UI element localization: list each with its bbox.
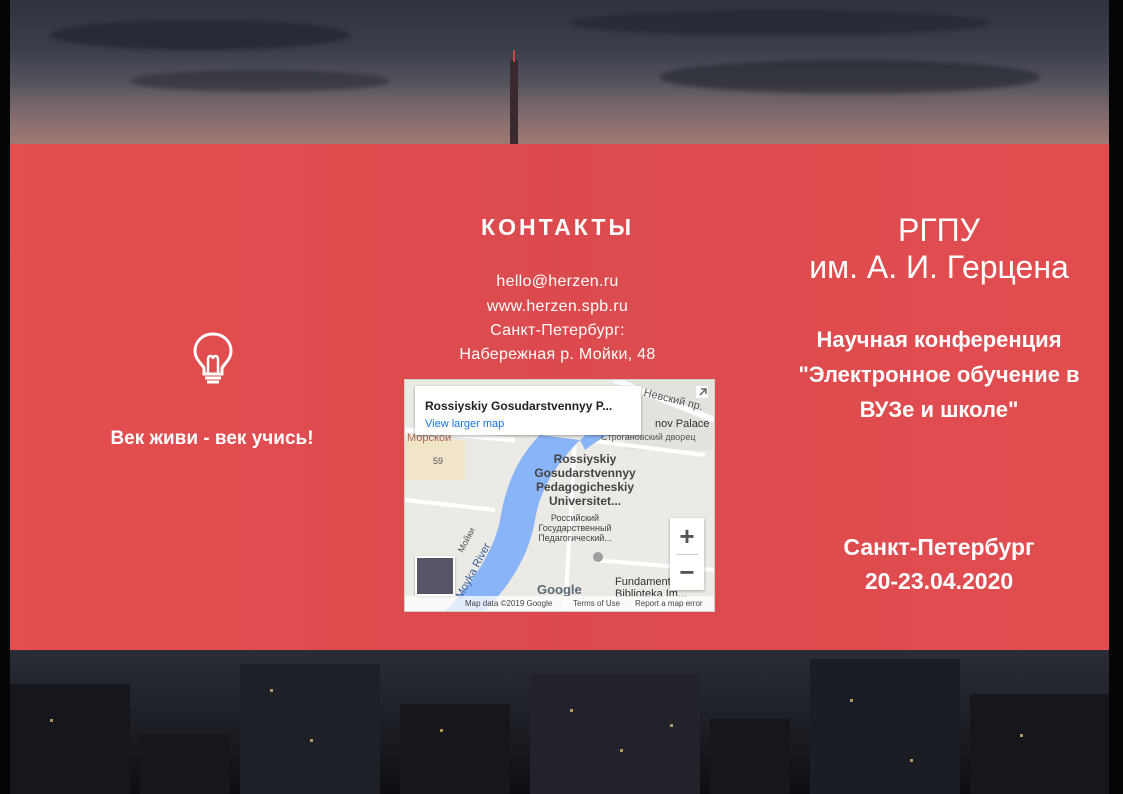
building xyxy=(400,704,510,794)
tower-spire xyxy=(510,60,518,145)
contact-city: Санкт-Петербург: xyxy=(490,322,625,339)
map-poi-ru-line: Государственный xyxy=(538,523,612,533)
building xyxy=(970,694,1109,794)
window-light xyxy=(570,709,573,712)
zoom-out-button[interactable]: − xyxy=(670,554,704,590)
horizon-glow xyxy=(10,85,1109,145)
building xyxy=(10,684,130,794)
report-map-error-link[interactable]: Report a map error xyxy=(635,599,703,608)
window-light xyxy=(910,759,913,762)
event-dates: 20-23.04.2020 xyxy=(864,568,1014,594)
university-name-line1: РГПУ xyxy=(898,212,980,248)
building xyxy=(710,719,790,794)
building xyxy=(810,659,960,794)
window-light xyxy=(440,729,443,732)
map-poi-line: Rossiyskiy xyxy=(553,452,617,466)
map-poi-university[interactable]: Rossiyskiy Gosudarstvennyy Pedagogichesk… xyxy=(510,452,660,508)
embedded-map[interactable]: Rossiyskiy Gosudarstvennyy Pedagogichesk… xyxy=(404,379,715,612)
page-edge-right xyxy=(1109,0,1123,794)
tower-light xyxy=(513,50,515,62)
terms-of-use-link[interactable]: Terms of Use xyxy=(573,599,620,608)
map-label-59: 59 xyxy=(433,456,444,466)
contact-email[interactable]: hello@herzen.ru xyxy=(405,273,710,291)
city-skyline-photo-bottom xyxy=(10,649,1109,794)
map-place-card[interactable]: Rossiyskiy Gosudarstvennyy P... View lar… xyxy=(415,386,641,435)
building xyxy=(140,734,230,794)
zoom-in-button[interactable]: + xyxy=(670,518,704,554)
cloud xyxy=(50,20,350,50)
building xyxy=(530,674,700,794)
window-light xyxy=(620,749,623,752)
window-light xyxy=(270,689,273,692)
contact-address: Набережная р. Мойки, 48 xyxy=(459,346,656,363)
window-light xyxy=(1020,734,1023,737)
map-label-palace: nov Palace xyxy=(655,418,710,430)
map-footer: Map data ©2019 Google Terms of Use Repor… xyxy=(405,596,714,611)
window-light xyxy=(50,719,53,722)
map-poi-ru-line: Педагогический... xyxy=(538,533,612,543)
map-expand-icon[interactable] xyxy=(696,386,708,398)
brochure-page: Век живи - век учись! КОНТАКТЫ hello@her… xyxy=(0,0,1123,794)
map-card-title: Rossiyskiy Gosudarstvennyy P... xyxy=(425,399,613,413)
contact-website[interactable]: www.herzen.spb.ru xyxy=(405,298,710,316)
map-poi-line: Universitet... xyxy=(548,494,622,508)
window-light xyxy=(850,699,853,702)
map-poi-university-ru: Российский Государственный Педагогически… xyxy=(505,513,645,543)
page-edge-left xyxy=(0,0,10,794)
satellite-toggle-button[interactable] xyxy=(415,556,455,596)
building xyxy=(240,664,380,794)
map-zoom-control: + − xyxy=(670,518,704,590)
event-city: Санкт-Петербург xyxy=(843,534,1035,560)
lightbulb-icon xyxy=(193,332,233,384)
city-skyline-photo-top xyxy=(10,0,1109,145)
motto-text: Век живи - век учись! xyxy=(110,428,314,449)
window-light xyxy=(310,739,313,742)
map-poi-line: Pedagogicheskiy xyxy=(535,480,635,494)
map-poi-line: Gosudarstvennyy xyxy=(534,466,636,480)
google-logo: Google xyxy=(537,582,582,597)
cloud xyxy=(570,10,990,36)
university-name-line2: им. А. И. Герцена xyxy=(809,249,1069,285)
view-larger-map-link[interactable]: View larger map xyxy=(425,418,504,430)
contacts-heading: КОНТАКТЫ xyxy=(481,214,634,240)
window-light xyxy=(670,724,673,727)
map-poi-ru-line: Российский xyxy=(550,513,600,523)
conference-title: Научная конференция "Электронное обучени… xyxy=(798,327,1080,422)
map-data-credit: Map data ©2019 Google xyxy=(465,599,553,608)
